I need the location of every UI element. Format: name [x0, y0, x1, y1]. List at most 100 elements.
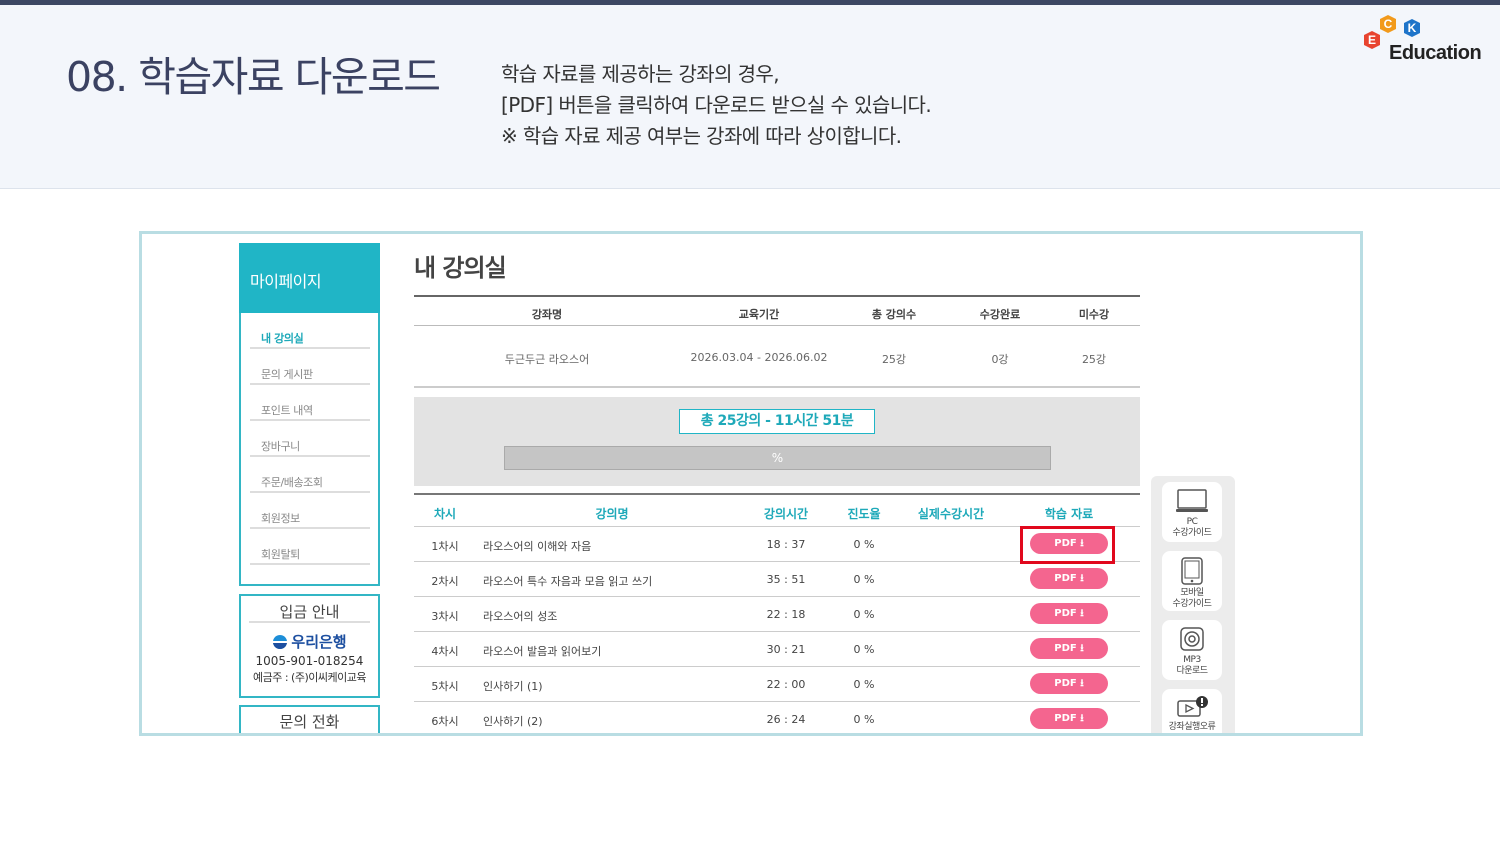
total-lectures: 25강 — [881, 353, 907, 366]
course-name[interactable]: 두근두근 라오스어 — [490, 351, 604, 367]
quick-menu-mobile-guide[interactable]: 모바일 수강가이드 — [1162, 551, 1222, 611]
progress-panel: 총 25강의 - 11시간 51분 % — [414, 397, 1140, 486]
bank-account-owner: 예금주 : (주)이씨케이교육 — [253, 671, 366, 684]
lecture-progress: 0 % — [853, 573, 875, 586]
sidebar-item-my-classroom[interactable]: 내 강의실 — [250, 313, 370, 349]
page-title: 내 강의실 — [414, 254, 507, 282]
quick-menu-label: 수강가이드 — [1172, 599, 1212, 609]
quick-menu-pc-guide[interactable]: PC 수강가이드 — [1162, 482, 1222, 542]
lecture-number: 4차시 — [431, 645, 459, 658]
bank-info-title: 입금 안내 — [249, 596, 370, 623]
pdf-button-highlight — [1020, 526, 1115, 564]
progress-bar: % — [504, 446, 1051, 470]
logo-letter-k: K — [1408, 21, 1417, 35]
lecture-name[interactable]: 라오스어 특수 자음과 모음 읽고 쓰기 — [483, 573, 743, 589]
sidebar-item-orders[interactable]: 주문/배송조회 — [250, 457, 370, 493]
column-header: 교육기간 — [738, 308, 780, 321]
bank-name-text: 우리은행 — [291, 633, 347, 651]
description-line: ※ 학습 자료 제공 여부는 강좌에 따라 상이합니다. — [501, 124, 902, 148]
column-header: 학습 자료 — [1044, 507, 1094, 521]
pdf-download-button[interactable]: PDF ⭳ — [1030, 638, 1108, 659]
lecture-progress: 0 % — [853, 538, 875, 551]
progress-percent: % — [771, 451, 784, 465]
table-row: 2차시 라오스어 특수 자음과 모음 읽고 쓰기 35 : 51 0 % PDF… — [414, 562, 1140, 597]
quick-menu: PC 수강가이드 모바일 수강가이드 MP3 다운로드 강좌실행오류 — [1151, 476, 1235, 733]
table-row: 4차시 라오스어 발음과 읽어보기 30 : 21 0 % PDF ⭳ — [414, 632, 1140, 667]
lecture-name[interactable]: 인사하기 (1) — [483, 678, 743, 694]
lecture-progress: 0 % — [853, 643, 875, 656]
phone-inquiry-title: 문의 전화 — [279, 713, 340, 731]
sidebar-item-cart[interactable]: 장바구니 — [250, 421, 370, 457]
column-header: 강좌명 — [531, 308, 563, 321]
course-period: 2026.03.04 - 2026.06.02 — [690, 351, 828, 364]
speaker-icon — [1180, 627, 1204, 651]
pdf-download-button[interactable]: PDF ⭳ — [1030, 673, 1108, 694]
table-row: 5차시 인사하기 (1) 22 : 00 0 % PDF ⭳ — [414, 667, 1140, 702]
video-alert-icon — [1177, 696, 1208, 717]
lecture-duration: 18 : 37 — [766, 538, 806, 551]
slide-header: 08. 학습자료 다운로드 학습 자료를 제공하는 강좌의 경우, [PDF] … — [0, 5, 1500, 189]
quick-menu-label: MP3 — [1183, 655, 1201, 665]
quick-menu-label: 수강가이드 — [1172, 528, 1212, 538]
column-header: 미수강 — [1078, 308, 1110, 321]
quick-menu-label: PC — [1186, 517, 1198, 527]
lecture-name[interactable]: 라오스어의 성조 — [483, 608, 743, 624]
tablet-icon — [1181, 557, 1203, 585]
slide-description: 학습 자료를 제공하는 강좌의 경우, [PDF] 버튼을 클릭하여 다운로드 … — [501, 59, 932, 152]
column-header: 강의명 — [595, 507, 629, 521]
pdf-download-button[interactable]: PDF ⭳ — [1030, 708, 1108, 729]
bank-account-number: 1005-901-018254 — [255, 654, 364, 668]
logo-letter-c: C — [1384, 17, 1393, 31]
quick-menu-label: 강좌실행오류 — [1168, 722, 1216, 732]
table-row: 6차시 인사하기 (2) 26 : 24 0 % PDF ⭳ — [414, 702, 1140, 733]
table-row: 3차시 라오스어의 성조 22 : 18 0 % PDF ⭳ — [414, 597, 1140, 632]
column-header: 차시 — [433, 507, 457, 521]
lecture-duration: 35 : 51 — [766, 573, 806, 586]
course-info-header: 강좌명 교육기간 총 강의수 수강완료 미수강 — [414, 295, 1140, 326]
remaining-lectures: 25강 — [1081, 353, 1107, 366]
quick-menu-label: 다운로드 — [1176, 666, 1208, 676]
screenshot-frame: 마이페이지 내 강의실 문의 게시판 포인트 내역 장바구니 주문/배송조회 회… — [139, 231, 1363, 736]
bank-info-box: 입금 안내 우리은행 1005-901-018254 예금주 : (주)이씨케이… — [239, 594, 380, 698]
sidebar-item-withdraw[interactable]: 회원탈퇴 — [250, 529, 370, 565]
description-line: [PDF] 버튼을 클릭하여 다운로드 받으실 수 있습니다. — [501, 93, 932, 117]
lecture-name[interactable]: 라오스어 발음과 읽어보기 — [483, 643, 743, 659]
pdf-download-button[interactable]: PDF ⭳ — [1030, 603, 1108, 624]
sidebar-item-points[interactable]: 포인트 내역 — [250, 385, 370, 421]
quick-menu-mp3-download[interactable]: MP3 다운로드 — [1162, 620, 1222, 680]
column-header: 강의시간 — [763, 507, 809, 521]
quick-menu-run-error[interactable]: 강좌실행오류 — [1162, 689, 1222, 733]
lecture-progress: 0 % — [853, 608, 875, 621]
lecture-number: 5차시 — [431, 680, 459, 693]
lecture-name[interactable]: 인사하기 (2) — [483, 713, 743, 729]
quick-menu-label: 모바일 — [1180, 588, 1204, 598]
pdf-download-button[interactable]: PDF ⭳ — [1030, 568, 1108, 589]
monitor-icon — [1176, 489, 1208, 512]
mypage-header: 마이페이지 — [239, 243, 380, 313]
column-header: 총 강의수 — [871, 308, 917, 321]
column-header: 실제수강시간 — [917, 507, 985, 521]
lecture-number: 2차시 — [431, 575, 459, 588]
lecture-progress: 0 % — [853, 713, 875, 726]
phone-inquiry-box: 문의 전화 — [239, 705, 380, 735]
bank-name: 우리은행 — [241, 631, 378, 652]
lecture-number: 3차시 — [431, 610, 459, 623]
table-row: 두근두근 라오스어 2026.03.04 - 2026.06.02 25강 0강… — [414, 326, 1140, 388]
bank-logo-icon — [273, 634, 288, 649]
lecture-progress: 0 % — [853, 678, 875, 691]
lecture-name[interactable]: 라오스어의 이해와 자음 — [483, 538, 743, 554]
mypage-menu: 내 강의실 문의 게시판 포인트 내역 장바구니 주문/배송조회 회원정보 회원… — [239, 313, 380, 586]
progress-summary: 총 25강의 - 11시간 51분 — [679, 409, 875, 434]
lecture-duration: 22 : 18 — [766, 608, 806, 621]
course-info-table: 강좌명 교육기간 총 강의수 수강완료 미수강 두근두근 라오스어 2026.0… — [414, 295, 1140, 388]
lecture-number: 6차시 — [431, 715, 459, 728]
sidebar-item-inquiry-board[interactable]: 문의 게시판 — [250, 349, 370, 385]
column-header: 수강완료 — [979, 308, 1021, 321]
sidebar-item-member-info[interactable]: 회원정보 — [250, 493, 370, 529]
slide-title: 08. 학습자료 다운로드 — [66, 53, 441, 101]
lecture-duration: 26 : 24 — [766, 713, 806, 726]
completed-lectures: 0강 — [991, 353, 1009, 366]
lecture-table-header: 차시 강의명 강의시간 진도율 실제수강시간 학습 자료 — [414, 493, 1140, 527]
lecture-number: 1차시 — [431, 540, 459, 553]
divider — [251, 733, 368, 735]
